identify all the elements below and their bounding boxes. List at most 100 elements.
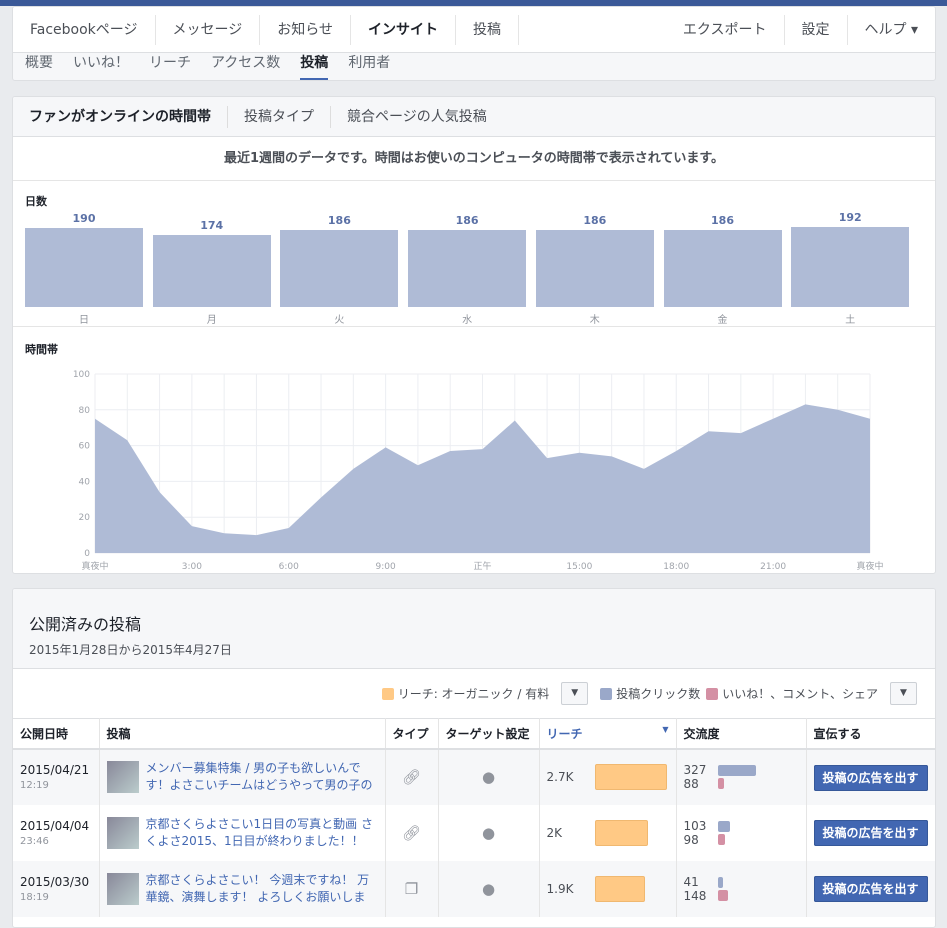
nav-item-4[interactable]: 投稿: [456, 15, 519, 45]
x-tick-label: 真夜中: [856, 560, 883, 572]
subnav-item-4[interactable]: 投稿: [290, 53, 338, 81]
day-value: 186: [536, 214, 654, 227]
post-thumbnail[interactable]: [107, 873, 139, 905]
post-date: 2015/04/04: [20, 819, 92, 833]
table-row: 2015/03/3018:19 京都さくらよさこい！ 今週末ですね！ 万華鏡、演…: [13, 861, 936, 917]
reactions-bar: [718, 890, 728, 901]
column-label: リーチ: [547, 727, 583, 741]
globe-icon: ●: [438, 749, 539, 805]
reactions-value: 148: [684, 889, 707, 903]
tabs: ファンがオンラインの時間帯投稿タイプ競合ページの人気投稿: [13, 97, 935, 137]
x-tick-label: 9:00: [376, 562, 396, 572]
help-menu[interactable]: ヘルプ ▾: [848, 15, 935, 45]
day-bar[interactable]: [536, 230, 654, 308]
column-header-6: 宣伝する: [806, 719, 936, 749]
nav-item-3[interactable]: インサイト: [351, 15, 456, 45]
column-label: 投稿: [107, 727, 131, 741]
boost-post-button[interactable]: 投稿の広告を出す: [814, 820, 928, 846]
x-tick-label: 3:00: [182, 562, 202, 572]
subnav-item-5[interactable]: 利用者: [338, 53, 400, 81]
x-tick-label: 真夜中: [81, 560, 108, 572]
column-label: 公開日時: [20, 727, 68, 741]
day-label: 土: [791, 311, 909, 326]
album-icon: ❐: [385, 861, 438, 917]
settings-link[interactable]: 設定: [785, 15, 848, 45]
days-chart: 日数 190日174月186火186水186木186金192土: [13, 181, 936, 327]
day-bar[interactable]: [408, 230, 526, 308]
globe-icon: ●: [438, 805, 539, 861]
legend: リーチ: オーガニック / 有料 ▼ 投稿クリック数 いいね！、コメント、シェア…: [13, 669, 935, 718]
column-label: 交流度: [684, 727, 720, 741]
clicks-value: 41: [684, 875, 707, 889]
post-link[interactable]: 京都さくらよさこい！ 今週末ですね！ 万華鏡、演舞します！ よろしくお願いしま: [146, 872, 378, 906]
date-range: 2015年1月28日から2015年4月27日: [29, 641, 919, 658]
sort-desc-icon[interactable]: ▼: [662, 725, 668, 734]
clicks-value: 103: [684, 819, 707, 833]
subnav-item-2[interactable]: リーチ: [139, 53, 201, 81]
column-header-2: タイプ: [385, 719, 438, 749]
y-tick-label: 40: [79, 477, 91, 487]
tab-2[interactable]: 競合ページの人気投稿: [331, 106, 503, 128]
day-label: 火: [280, 311, 398, 326]
x-tick-label: 15:00: [566, 562, 592, 572]
day-value: 190: [25, 212, 143, 225]
reach-value: 2.7K: [547, 770, 583, 784]
post-link[interactable]: 京都さくらよさこい1日目の写真と動画 さくよさ2015、1日目が終わりました！！: [146, 816, 378, 850]
column-label: タイプ: [393, 727, 429, 741]
export-link[interactable]: エクスポート: [666, 15, 785, 45]
legend-reactions: いいね！、コメント、シェア: [706, 685, 878, 702]
post-time: 12:19: [20, 780, 92, 791]
published-title: 公開済みの投稿: [29, 611, 919, 635]
post-time: 23:46: [20, 836, 92, 847]
reactions-bar: [718, 778, 724, 789]
column-header-4[interactable]: リーチ ▼: [539, 719, 676, 749]
days-title: 日数: [25, 193, 47, 209]
post-thumbnail[interactable]: [107, 761, 139, 793]
y-tick-label: 100: [73, 370, 90, 380]
link-icon: 🔗︎: [385, 805, 438, 861]
nav-item-1[interactable]: メッセージ: [156, 15, 261, 45]
x-tick-label: 18:00: [663, 562, 689, 572]
engagement-dropdown[interactable]: ▼: [890, 682, 917, 705]
table-row: 2015/04/04 23:46 京都さくらよさこい1日目の写真と動画 さくよさ2…: [13, 805, 936, 861]
day-bar[interactable]: [664, 230, 782, 308]
y-tick-label: 0: [84, 549, 90, 559]
day-value: 186: [664, 214, 782, 227]
x-tick-label: 6:00: [279, 562, 299, 572]
boost-post-button[interactable]: 投稿の広告を出す: [814, 876, 928, 902]
notice: 最近1週間のデータです。時間はお使いのコンピュータの時間帯で表示されています。: [13, 137, 935, 181]
insights-subnav: 概要いいね！リーチアクセス数投稿利用者: [13, 53, 935, 81]
y-tick-label: 20: [79, 513, 91, 523]
reactions-value: 88: [684, 777, 707, 791]
tab-1[interactable]: 投稿タイプ: [228, 106, 331, 128]
reach-value: 2K: [547, 826, 583, 840]
day-bar[interactable]: [791, 227, 909, 307]
subnav-item-3[interactable]: アクセス数: [201, 53, 290, 81]
reach-dropdown[interactable]: ▼: [561, 682, 588, 705]
boost-post-button[interactable]: 投稿の広告を出す: [814, 765, 928, 791]
day-bar[interactable]: [153, 235, 271, 308]
nav-item-2[interactable]: お知らせ: [260, 15, 351, 45]
table-row: 2015/04/21 12:19 メンバー募集特集 / 男の子も欲しいんです！よさ…: [13, 749, 936, 805]
subnav-item-0[interactable]: 概要: [15, 53, 63, 81]
tab-0[interactable]: ファンがオンラインの時間帯: [13, 106, 228, 128]
day-bar[interactable]: [280, 230, 398, 308]
post-date: 2015/04/21: [20, 763, 92, 777]
fans-online-panel: ファンがオンラインの時間帯投稿タイプ競合ページの人気投稿 最近1週間のデータです…: [12, 96, 936, 574]
column-label: 宣伝する: [814, 727, 862, 741]
reactions-value: 98: [684, 833, 707, 847]
nav-item-0[interactable]: Facebookページ: [13, 15, 156, 45]
column-header-0: 公開日時: [13, 719, 99, 749]
day-bar[interactable]: [25, 228, 143, 307]
clicks-value: 327: [684, 763, 707, 777]
post-link[interactable]: メンバー募集特集 / 男の子も欲しいんです！よさこいチームはどうやって男の子の: [146, 760, 378, 794]
day-label: 金: [664, 311, 782, 326]
post-time: 18:19: [20, 892, 92, 903]
column-header-3: ターゲット設定: [438, 719, 539, 749]
day-value: 186: [408, 214, 526, 227]
post-thumbnail[interactable]: [107, 817, 139, 849]
subnav-item-1[interactable]: いいね！: [63, 53, 139, 81]
clicks-bar: [718, 877, 723, 888]
day-value: 174: [153, 219, 271, 232]
link-icon: 🔗︎: [385, 749, 438, 805]
